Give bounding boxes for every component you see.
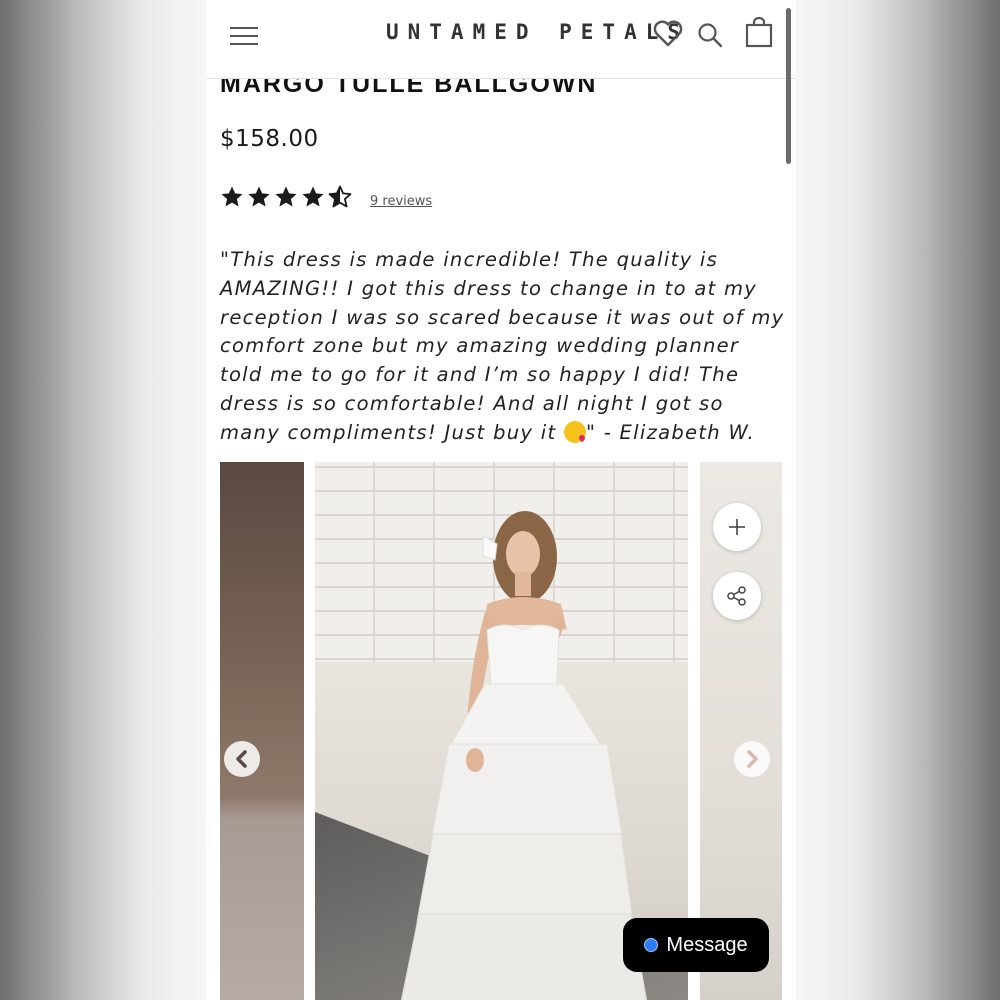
plus-icon: [729, 519, 745, 535]
star-icon: [302, 186, 324, 207]
brand-logo[interactable]: UNTAMED PETALS: [386, 20, 680, 44]
scrollbar[interactable]: [786, 8, 791, 164]
online-status-dot: [644, 938, 659, 952]
half-star-icon: [328, 185, 352, 208]
chat-message-button[interactable]: Message: [623, 918, 769, 972]
site-header: UNTAMED PETALS: [206, 0, 796, 79]
menu-icon[interactable]: [230, 24, 260, 48]
chevron-right-icon: [747, 750, 758, 768]
mobile-viewport: UNTAMED PETALS MARGO TULLE BALLGOWN $158…: [206, 0, 796, 1000]
review-quote: "This dress is made incredible! The qual…: [220, 246, 786, 448]
share-button[interactable]: [713, 572, 761, 620]
carousel-prev-button[interactable]: [224, 741, 260, 777]
star-icon: [221, 186, 243, 207]
share-icon: [727, 586, 746, 606]
star-icon: [275, 186, 297, 207]
quote-author: " - Elizabeth W.: [585, 420, 755, 444]
heart-icon[interactable]: [652, 18, 684, 48]
zoom-button[interactable]: [713, 503, 761, 551]
star-icon: [248, 186, 270, 207]
previous-product-image[interactable]: [220, 462, 304, 1000]
chevron-left-icon: [236, 750, 247, 768]
kiss-emoji-icon: [563, 420, 586, 443]
product-price: $158.00: [220, 126, 319, 152]
quote-text: "This dress is made incredible! The qual…: [220, 248, 785, 444]
carousel-next-button[interactable]: [734, 741, 770, 777]
message-label: Message: [666, 933, 748, 956]
search-icon[interactable]: [696, 21, 724, 49]
reviews-link[interactable]: 9 reviews: [370, 194, 432, 209]
cart-icon[interactable]: [744, 17, 774, 49]
